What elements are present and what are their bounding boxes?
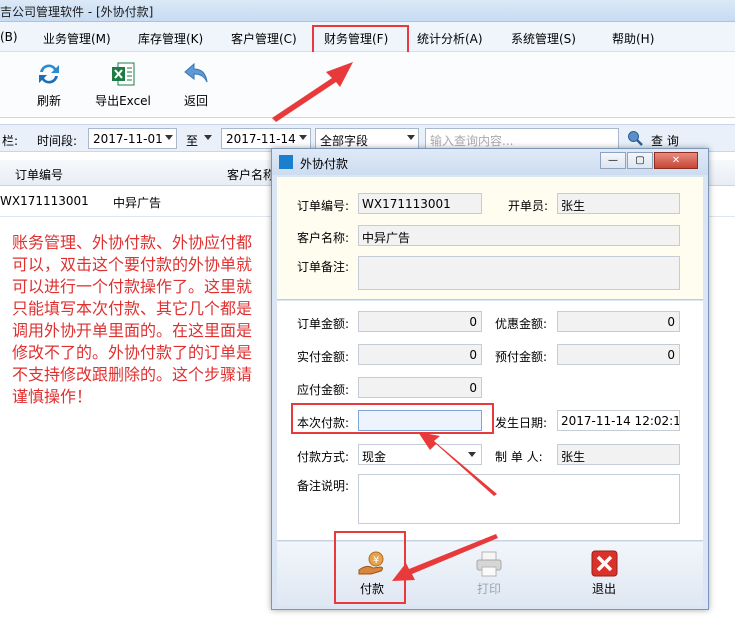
back-button[interactable]: 返回	[164, 60, 228, 116]
minimize-button[interactable]: —	[600, 152, 626, 169]
note-textarea[interactable]	[358, 474, 680, 524]
instruction-note: 账务管理、外协付款、外协应付都可以，双击这个要付款的外协单就可以进行一个付款操作…	[12, 233, 253, 406]
opener-label: 开单员:	[508, 199, 549, 213]
filter-prefix: 栏:	[2, 134, 19, 148]
period-label: 时间段:	[37, 134, 78, 148]
menu-item-help[interactable]: 帮助(H)	[612, 30, 654, 47]
back-arrow-icon	[182, 60, 210, 88]
order-no-label: 订单编号:	[297, 199, 350, 213]
payable-field: 0	[358, 377, 482, 398]
chevron-down-icon	[299, 135, 307, 140]
field-select[interactable]: 全部字段	[315, 128, 419, 149]
order-amount-label: 订单金额:	[297, 317, 350, 331]
note-label: 备注说明:	[297, 479, 350, 493]
maker-field: 张生	[557, 444, 680, 465]
refresh-label: 刷新	[36, 94, 61, 108]
dialog-titlebar: 外协付款 — ▢ ✕	[272, 149, 708, 175]
date-label: 发生日期:	[495, 416, 548, 430]
prepaid-field: 0	[557, 344, 680, 365]
window-titlebar: 吉公司管理软件 - [外协付款]	[0, 0, 735, 22]
dialog-title: 外协付款	[300, 157, 349, 171]
prepaid-label: 预付金额:	[495, 350, 548, 364]
order-remark-field	[358, 256, 680, 290]
menu-item-inventory[interactable]: 库存管理(K)	[138, 30, 203, 47]
date-from-picker[interactable]: 2017-11-01	[88, 128, 177, 149]
printer-icon	[474, 550, 504, 578]
paid-amount-label: 实付金额:	[297, 350, 350, 364]
to-dropdown[interactable]	[202, 134, 214, 155]
search-button-label: 查 询	[651, 134, 679, 148]
refresh-button[interactable]: 刷新	[17, 60, 81, 116]
search-button[interactable]: 查 询	[627, 129, 687, 149]
column-header-order-no[interactable]: 订单编号	[15, 166, 63, 183]
discount-field: 0	[557, 311, 680, 332]
chevron-down-icon	[204, 135, 212, 140]
discount-label: 优惠金额:	[495, 317, 548, 331]
menu-item-b[interactable]: (B)	[0, 30, 18, 44]
customer-field: 中异广告	[358, 225, 680, 246]
field-select-value: 全部字段	[320, 134, 369, 148]
print-label: 打印	[476, 582, 501, 596]
chevron-down-icon	[468, 452, 476, 457]
close-button[interactable]: ✕	[654, 152, 698, 169]
order-info-panel: 订单编号: WX171113001 开单员: 张生 客户名称: 中异广告 订单备…	[277, 177, 703, 300]
print-button[interactable]: 打印	[457, 550, 521, 600]
column-header-customer[interactable]: 客户名称	[227, 166, 275, 183]
row-order-no: WX171113001	[0, 194, 89, 208]
exit-label: 退出	[591, 582, 616, 596]
refresh-icon	[35, 60, 63, 88]
customer-label: 客户名称:	[297, 231, 350, 245]
date-from-value: 2017-11-01	[93, 132, 163, 146]
toolbar: 刷新 导出Excel 返回	[0, 52, 735, 118]
chevron-down-icon	[165, 135, 173, 140]
row-customer: 中异广告	[113, 196, 162, 210]
window-title: 吉公司管理软件 - [外协付款]	[0, 5, 154, 19]
payment-method-value: 现金	[362, 450, 387, 464]
maximize-button[interactable]: ▢	[627, 152, 653, 169]
menu-item-system[interactable]: 系统管理(S)	[511, 30, 576, 47]
order-no-field: WX171113001	[358, 193, 482, 214]
chevron-down-icon	[407, 135, 415, 140]
pay-button-highlight	[334, 531, 406, 604]
date-to-picker[interactable]: 2017-11-14	[221, 128, 311, 149]
export-excel-button[interactable]: 导出Excel	[91, 60, 155, 116]
payment-method-select[interactable]: 现金	[358, 444, 482, 465]
back-label: 返回	[183, 94, 208, 108]
menu-item-business[interactable]: 业务管理(M)	[43, 30, 111, 47]
menu-item-customer[interactable]: 客户管理(C)	[231, 30, 297, 47]
close-icon	[589, 550, 619, 578]
payable-label: 应付金额:	[297, 383, 350, 397]
menu-item-statistics[interactable]: 统计分析(A)	[417, 30, 483, 47]
maker-label: 制 单 人:	[495, 450, 543, 464]
export-label: 导出Excel	[95, 94, 151, 108]
payment-method-label: 付款方式:	[297, 450, 350, 464]
order-remark-label: 订单备注:	[297, 260, 350, 274]
excel-icon	[109, 60, 137, 88]
date-field[interactable]: 2017-11-14 12:02:11	[557, 410, 680, 431]
this-payment-highlight	[291, 403, 494, 434]
app-logo-icon	[279, 155, 293, 169]
order-amount-field: 0	[358, 311, 482, 332]
search-input[interactable]: 输入查询内容...	[425, 128, 619, 149]
date-to-value: 2017-11-14	[226, 132, 296, 146]
to-label: 至	[186, 134, 199, 148]
opener-field: 张生	[557, 193, 680, 214]
exit-button[interactable]: 退出	[572, 550, 636, 600]
search-icon	[628, 131, 643, 146]
paid-amount-field: 0	[358, 344, 482, 365]
